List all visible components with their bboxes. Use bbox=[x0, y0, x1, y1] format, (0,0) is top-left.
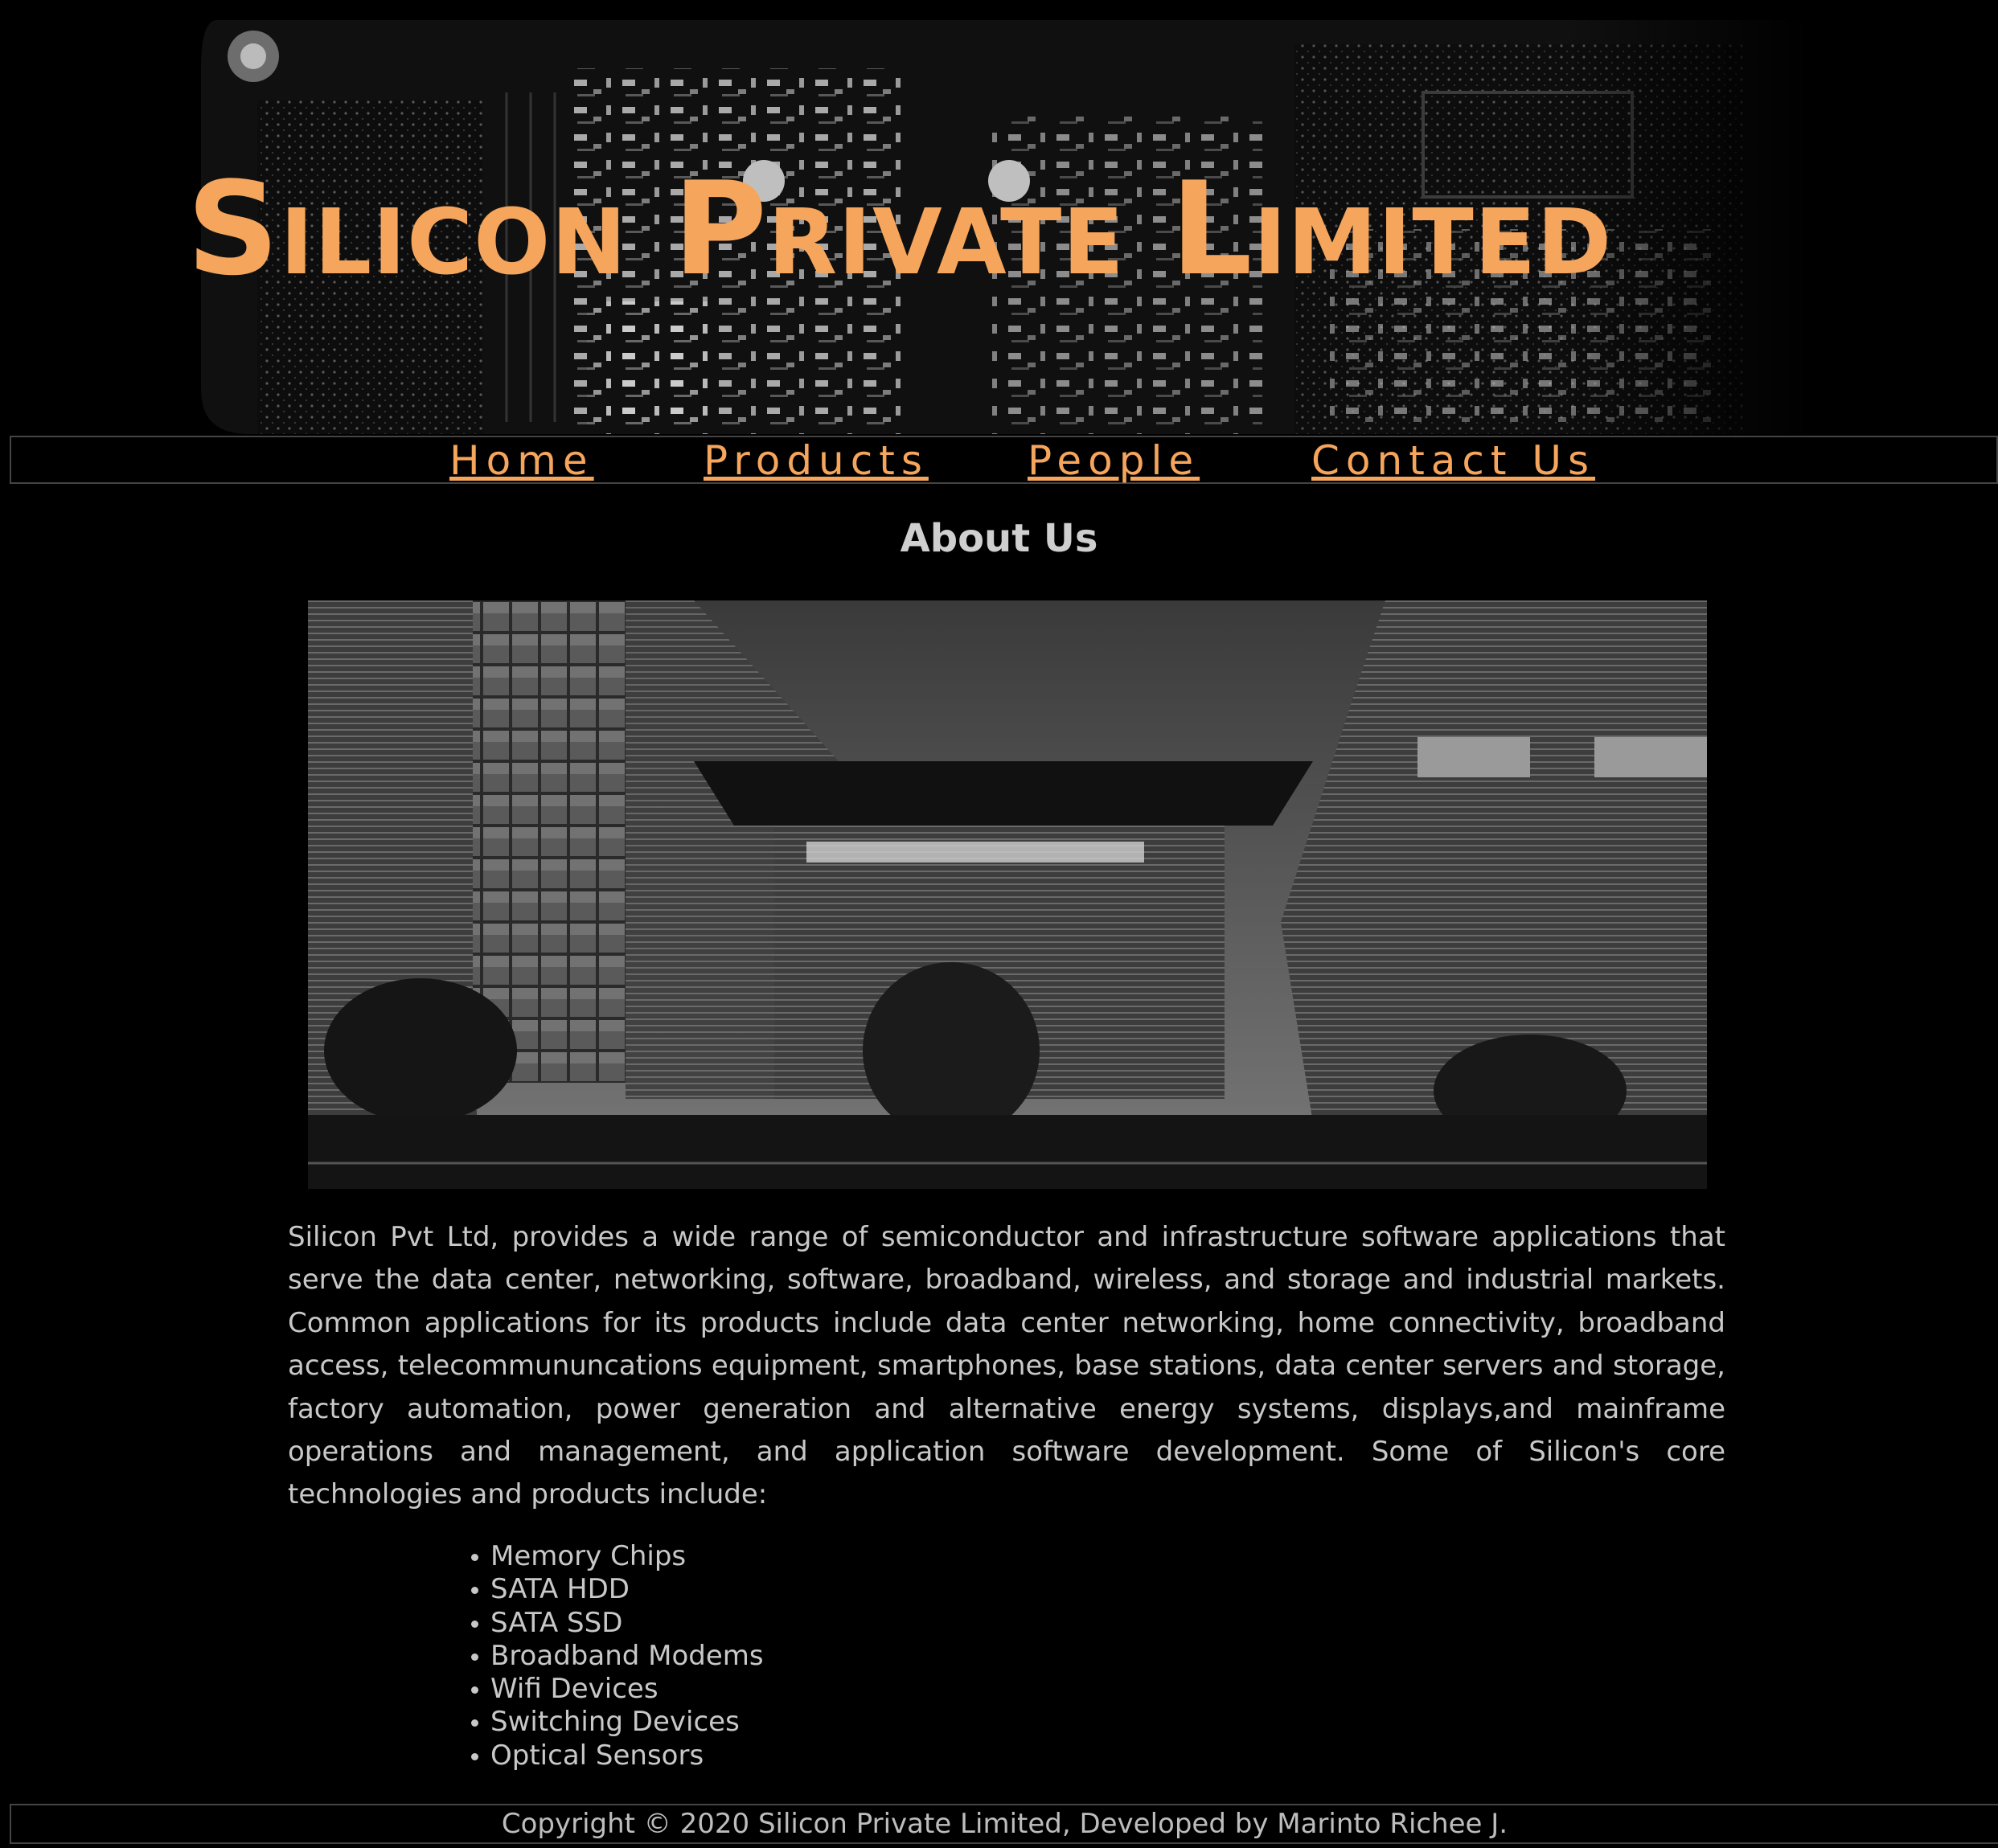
about-heading: About Us bbox=[900, 516, 1098, 561]
list-item: Memory Chips bbox=[471, 1540, 764, 1573]
nav-products-link[interactable]: Products bbox=[704, 437, 929, 484]
nav-people-link[interactable]: People bbox=[1028, 437, 1200, 484]
list-item: Wifi Devices bbox=[471, 1673, 764, 1706]
main-nav: Home Products People Contact Us bbox=[10, 436, 1998, 484]
list-item: SATA SSD bbox=[471, 1607, 764, 1640]
list-item: Switching Devices bbox=[471, 1706, 764, 1739]
nav-home-link[interactable]: Home bbox=[449, 437, 594, 484]
nav-contact-us-link[interactable]: Contact Us bbox=[1311, 437, 1595, 484]
footer-copyright: Copyright © 2020 Silicon Private Limited… bbox=[10, 1804, 1998, 1844]
product-list: Memory Chips SATA HDD SATA SSD Broadband… bbox=[471, 1540, 764, 1772]
about-paragraph: Silicon Pvt Ltd, provides a wide range o… bbox=[288, 1221, 1725, 1511]
site-title: Silicon Private Limited bbox=[187, 154, 1613, 304]
list-item: Optical Sensors bbox=[471, 1739, 764, 1772]
list-item: Broadband Modems bbox=[471, 1639, 764, 1672]
office-building-photo bbox=[308, 600, 1707, 1189]
list-item: SATA HDD bbox=[471, 1573, 764, 1606]
